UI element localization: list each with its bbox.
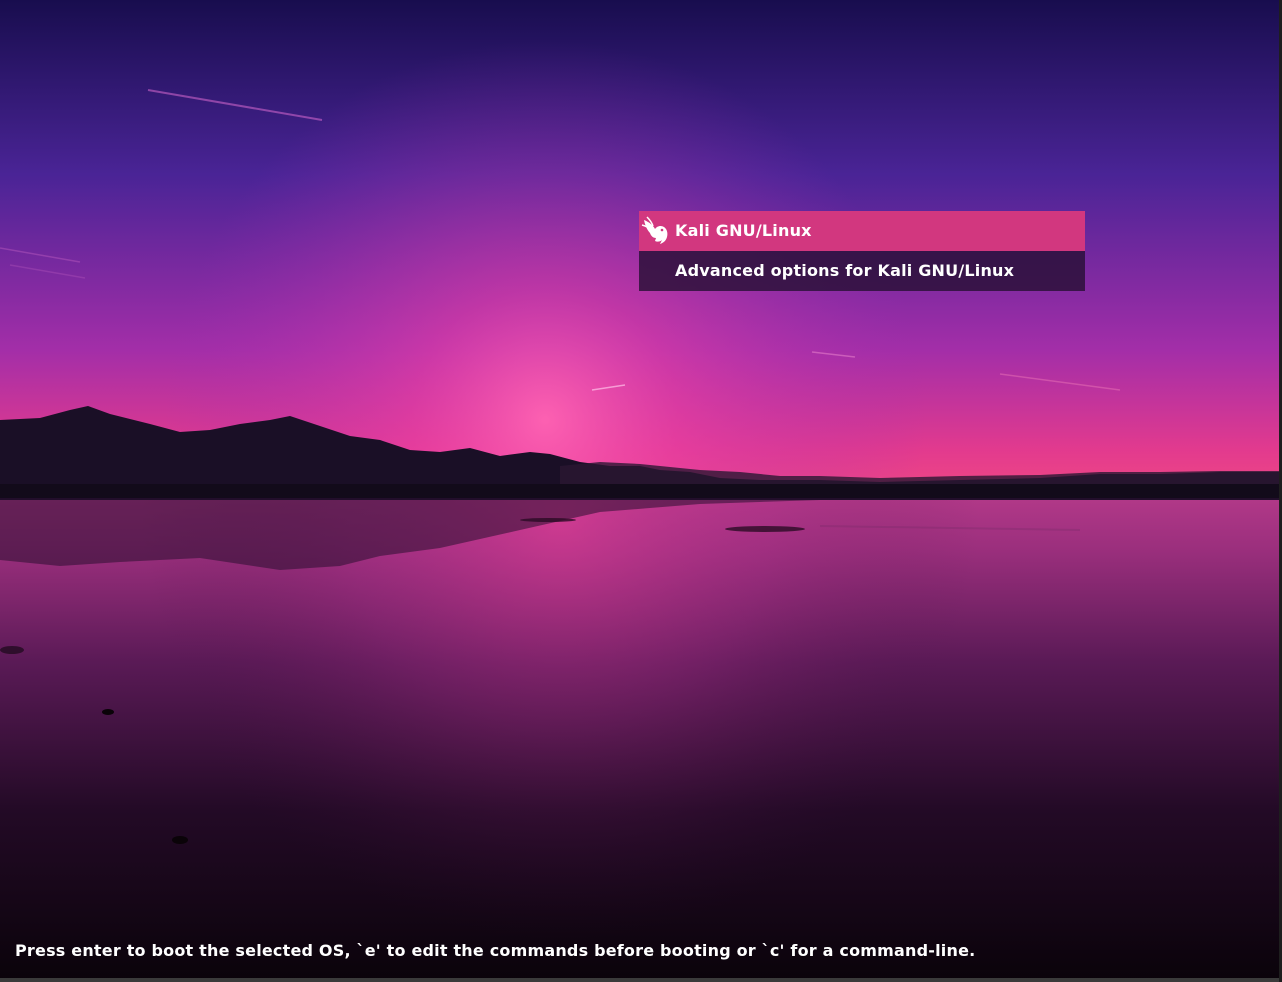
boot-entry-kali[interactable]: Kali GNU/Linux: [639, 211, 1085, 251]
boot-entry-advanced[interactable]: Advanced options for Kali GNU/Linux: [639, 251, 1085, 291]
boot-menu: Kali GNU/Linux Advanced options for Kali…: [639, 211, 1085, 291]
boot-entry-label: Kali GNU/Linux: [675, 221, 812, 240]
grub-boot-screen: Kali GNU/Linux Advanced options for Kali…: [0, 0, 1282, 982]
screen-bottom-border: [0, 978, 1282, 982]
boot-hint-text: Press enter to boot the selected OS, `e'…: [15, 941, 976, 960]
kali-dragon-icon: [641, 216, 668, 244]
boot-entry-label: Advanced options for Kali GNU/Linux: [675, 261, 1015, 280]
sunset-lake-wallpaper: [0, 0, 1282, 982]
